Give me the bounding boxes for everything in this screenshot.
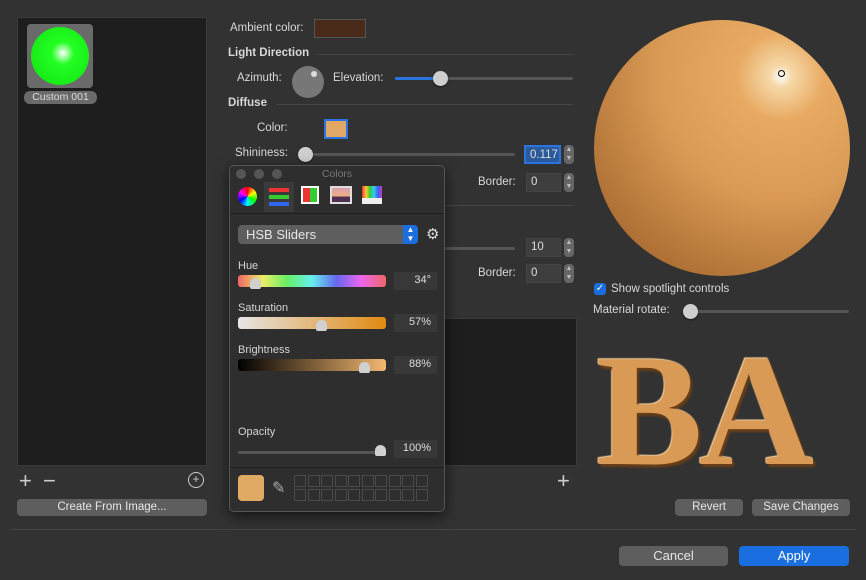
divider (276, 104, 573, 105)
divider (10, 529, 856, 530)
cancel-button[interactable]: Cancel (619, 546, 728, 566)
diffuse-color-well[interactable] (324, 119, 348, 139)
color-well[interactable] (388, 475, 401, 487)
save-changes-button[interactable]: Save Changes (752, 499, 850, 516)
hue-value[interactable]: 34° (394, 272, 437, 290)
color-well[interactable] (307, 489, 320, 501)
saturation-value[interactable]: 57% (394, 314, 437, 332)
create-from-image-button[interactable]: Create From Image... (17, 499, 207, 516)
color-well[interactable] (348, 475, 360, 487)
add-texture-icon[interactable]: + (557, 468, 570, 494)
gear-icon[interactable]: ⚙ (426, 225, 439, 243)
opacity-label: Opacity (238, 426, 276, 438)
material-thumbnail[interactable] (27, 24, 93, 88)
ambient-color-well[interactable] (314, 19, 366, 38)
colors-panel-title: Colors (321, 168, 353, 180)
divider (318, 54, 573, 55)
colors-panel[interactable]: Colors HSB Sliders ▲ ▼ ⚙ Hue 34° Saturati… (229, 165, 445, 512)
color-well[interactable] (334, 475, 347, 487)
material-rotate-label: Material rotate: (593, 304, 670, 316)
shininess-field[interactable]: 0.117 (524, 145, 561, 164)
material-rotate-slider[interactable] (685, 310, 849, 313)
diffuse-color-label: Color: (257, 122, 288, 134)
value-field[interactable]: 10 (526, 238, 561, 257)
color-well[interactable] (388, 489, 401, 501)
color-well[interactable] (294, 475, 306, 487)
color-well[interactable] (361, 489, 374, 501)
material-label: Custom 001 (24, 91, 97, 104)
color-mode-value: HSB Sliders (246, 227, 317, 242)
apply-button[interactable]: Apply (739, 546, 849, 566)
opacity-value[interactable]: 100% (394, 440, 437, 458)
saturation-slider[interactable] (238, 317, 386, 329)
border-field[interactable]: 0 (526, 173, 561, 192)
color-sliders-tab-icon[interactable] (264, 182, 294, 212)
border-stepper[interactable]: ▲ ▼ (564, 173, 574, 192)
texture-list[interactable] (440, 318, 577, 466)
diffuse-heading: Diffuse (228, 97, 267, 109)
ambient-color-label: Ambient color: (230, 22, 304, 34)
shininess-label: Shininess: (235, 147, 289, 159)
color-well[interactable] (307, 475, 320, 487)
shininess-slider-knob[interactable] (298, 147, 313, 162)
image-palettes-tab-icon[interactable] (330, 186, 352, 204)
shininess-slider[interactable] (300, 153, 515, 156)
brightness-label: Brightness (238, 344, 290, 356)
color-well[interactable] (375, 475, 387, 487)
show-spotlight-checkbox[interactable]: ✓ (594, 283, 606, 295)
light-direction-heading: Light Direction (228, 47, 310, 59)
spotlight-handle[interactable] (778, 70, 785, 77)
preview-text: BA (596, 321, 814, 499)
add-material-icon[interactable]: + (19, 468, 32, 494)
chevron-updown-icon: ▲ ▼ (403, 225, 418, 244)
border-stepper-2[interactable]: ▲ ▼ (564, 264, 574, 283)
opacity-slider-knob[interactable] (375, 445, 386, 456)
color-well[interactable] (348, 489, 360, 501)
border-label: Border: (478, 176, 516, 188)
hue-slider-knob[interactable] (250, 278, 261, 289)
color-well[interactable] (294, 489, 306, 501)
color-well[interactable] (334, 489, 347, 501)
material-sphere-icon (31, 27, 89, 85)
material-preview-sphere[interactable] (594, 20, 850, 276)
material-rotate-knob[interactable] (683, 304, 698, 319)
brightness-slider-knob[interactable] (359, 362, 370, 373)
show-spotlight-label: Show spotlight controls (611, 283, 730, 295)
color-swatch-wells[interactable] (294, 475, 434, 503)
pencils-tab-icon[interactable] (362, 186, 382, 204)
elevation-slider-knob[interactable] (433, 71, 448, 86)
color-well[interactable] (361, 475, 374, 487)
current-color-swatch[interactable] (238, 475, 264, 501)
color-palettes-tab-icon[interactable] (301, 186, 319, 204)
remove-material-icon[interactable]: − (43, 468, 56, 494)
color-well[interactable] (321, 475, 333, 487)
azimuth-knob[interactable] (292, 66, 324, 98)
add-from-image-icon[interactable]: + (188, 472, 204, 488)
color-mode-select[interactable]: HSB Sliders ▲ ▼ (238, 225, 418, 244)
hue-label: Hue (238, 260, 259, 272)
border-label-2: Border: (478, 267, 516, 279)
border-field-2[interactable]: 0 (526, 264, 561, 283)
eyedropper-icon[interactable]: ✎ (272, 478, 285, 498)
elevation-label: Elevation: (333, 72, 384, 84)
saturation-slider-knob[interactable] (316, 320, 327, 331)
color-well[interactable] (321, 489, 333, 501)
shininess-stepper[interactable]: ▲ ▼ (564, 145, 574, 164)
divider (445, 205, 573, 206)
azimuth-label: Azimuth: (237, 72, 282, 84)
hidden-slider[interactable] (445, 247, 515, 250)
color-well[interactable] (375, 489, 387, 501)
color-wheel-tab-icon[interactable] (238, 187, 257, 206)
saturation-label: Saturation (238, 302, 289, 314)
color-well[interactable] (415, 489, 428, 501)
opacity-slider[interactable] (238, 451, 386, 454)
color-well[interactable] (415, 475, 428, 487)
brightness-value[interactable]: 88% (394, 356, 437, 374)
value-stepper[interactable]: ▲ ▼ (564, 238, 574, 257)
revert-button[interactable]: Revert (675, 499, 743, 516)
color-well[interactable] (402, 475, 414, 487)
color-well[interactable] (402, 489, 414, 501)
